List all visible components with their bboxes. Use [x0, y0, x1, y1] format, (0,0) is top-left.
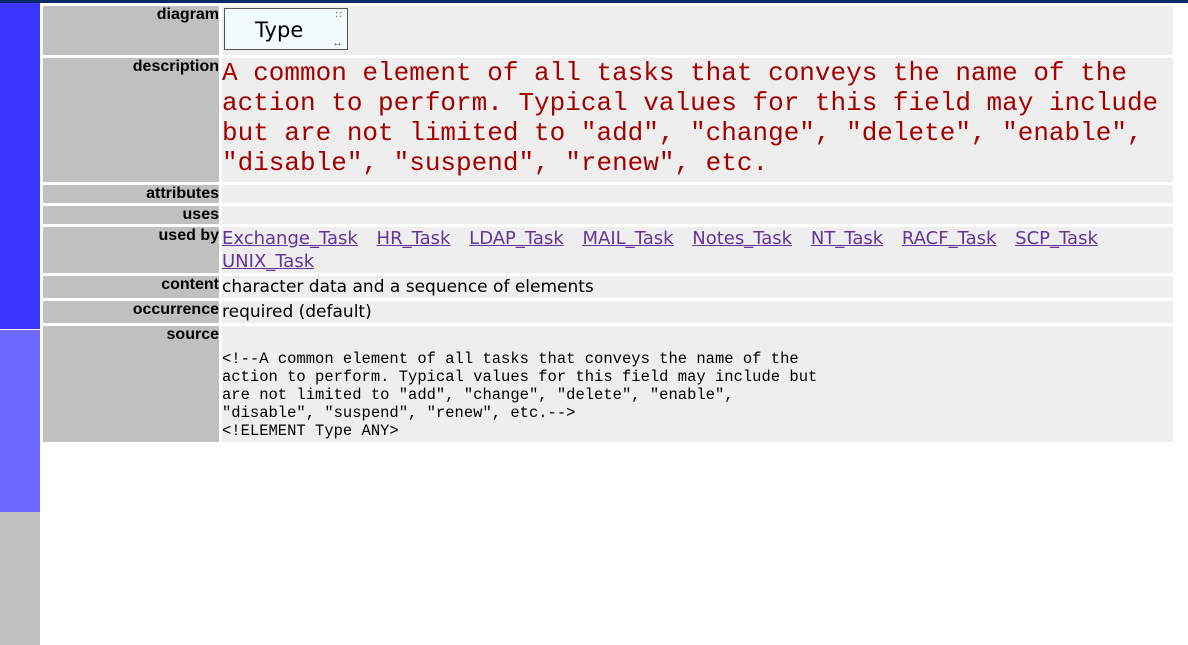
link-exchange-task[interactable]: Exchange_Task — [222, 228, 358, 249]
sidebar-band-secondary — [0, 330, 40, 512]
label-occurrence: occurrence — [43, 301, 219, 323]
label-attributes: attributes — [43, 185, 219, 203]
value-description: A common element of all tasks that conve… — [222, 58, 1173, 182]
row-occurrence: occurrence required (default) — [43, 301, 1173, 323]
element-doc-table: diagram Type ∷ ↔ description A common el… — [40, 3, 1176, 445]
children-icon: ∷ — [335, 10, 342, 21]
diagram-element-name: Type — [255, 18, 304, 42]
row-uses: uses — [43, 206, 1173, 224]
label-uses: uses — [43, 206, 219, 224]
link-nt-task[interactable]: NT_Task — [811, 228, 883, 249]
label-description: description — [43, 58, 219, 182]
value-uses — [222, 206, 1173, 224]
value-diagram: Type ∷ ↔ — [222, 6, 1173, 55]
value-attributes — [222, 185, 1173, 203]
expand-icon: ↔ — [332, 37, 343, 49]
sidebar-band-source — [0, 512, 40, 645]
link-mail-task[interactable]: MAIL_Task — [583, 228, 674, 249]
row-description: description A common element of all task… — [43, 58, 1173, 182]
row-used-by: used by Exchange_Task HR_Task LDAP_Task … — [43, 227, 1173, 273]
value-used-by: Exchange_Task HR_Task LDAP_Task MAIL_Tas… — [222, 227, 1173, 273]
sidebar-band-primary — [0, 3, 40, 329]
link-notes-task[interactable]: Notes_Task — [692, 228, 792, 249]
row-attributes: attributes — [43, 185, 1173, 203]
link-unix-task[interactable]: UNIX_Task — [222, 251, 314, 272]
label-used-by: used by — [43, 227, 219, 273]
value-source: <!--A common element of all tasks that c… — [222, 326, 1173, 442]
value-content: character data and a sequence of element… — [222, 276, 1173, 298]
link-racf-task[interactable]: RACF_Task — [902, 228, 997, 249]
label-content: content — [43, 276, 219, 298]
link-scp-task[interactable]: SCP_Task — [1015, 228, 1098, 249]
link-hr-task[interactable]: HR_Task — [377, 228, 451, 249]
row-content: content character data and a sequence of… — [43, 276, 1173, 298]
description-text: A common element of all tasks that conve… — [222, 58, 1159, 178]
element-diagram-box[interactable]: Type ∷ ↔ — [224, 8, 348, 50]
link-ldap-task[interactable]: LDAP_Task — [469, 228, 564, 249]
row-source: source <!--A common element of all tasks… — [43, 326, 1173, 442]
row-diagram: diagram Type ∷ ↔ — [43, 6, 1173, 55]
value-occurrence: required (default) — [222, 301, 1173, 323]
label-source: source — [43, 326, 219, 442]
label-diagram: diagram — [43, 6, 219, 55]
source-code: <!--A common element of all tasks that c… — [222, 350, 818, 440]
